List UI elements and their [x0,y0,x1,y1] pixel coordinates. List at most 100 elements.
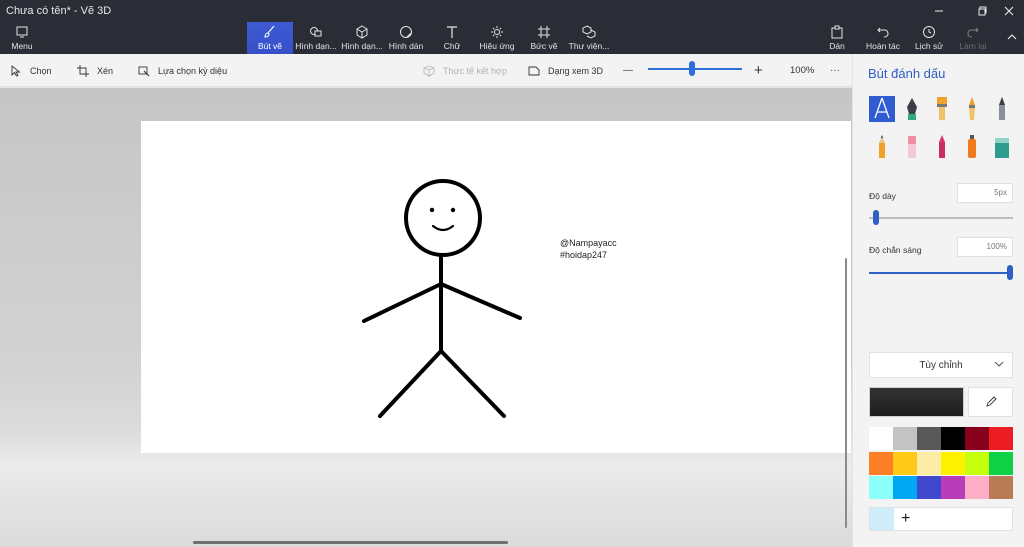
tool-3d-library[interactable]: Thư viện... [567,22,611,54]
crayon-icon [939,135,945,158]
calligraphy-pen-icon [907,98,917,120]
color-swatch[interactable] [941,451,965,475]
color-swatch[interactable] [893,451,917,475]
zoom-in-button[interactable]: + [754,54,763,87]
tool-brushes[interactable]: Bút vẽ [247,22,293,54]
opacity-input[interactable]: 100% [957,237,1013,257]
close-icon [1004,6,1014,16]
brush-calligraphy-pen[interactable] [899,96,925,122]
3d-shapes-icon [356,25,368,39]
drawing-canvas[interactable]: @Nampayacc #hoidap247 [141,121,851,453]
magic-select-icon [138,66,150,76]
zoom-slider-thumb[interactable] [689,61,696,76]
3d-view-icon [528,66,540,75]
thickness-slider-track[interactable] [869,217,1013,219]
color-swatch[interactable] [917,476,941,499]
opacity-slider-fill [869,272,1013,274]
brush-watercolor[interactable] [959,96,985,122]
cursor-icon [11,64,21,77]
color-swatch[interactable] [869,451,893,475]
minimize-button[interactable] [922,0,956,22]
custom-color-swatch[interactable] [870,508,894,530]
zoom-level[interactable]: 100% [790,54,814,87]
menu-label: Menu [11,41,33,51]
add-color-button[interactable]: + [901,509,910,529]
collapse-ribbon-button[interactable] [1002,22,1022,54]
window-title: Chưa có tên* - Vẽ 3D [6,5,112,17]
effects-icon [491,26,503,38]
brush-spraycan[interactable] [959,134,985,160]
oil-brush-icon [937,97,947,120]
2d-shapes-icon [310,27,322,37]
tool-label: Chữ [443,41,461,51]
color-swatch[interactable] [965,451,989,475]
more-options-button[interactable]: ··· [830,54,840,87]
color-swatch[interactable] [917,427,941,450]
color-swatch[interactable] [869,476,893,499]
brush-fill[interactable] [989,134,1015,160]
eyedropper-button[interactable] [968,387,1013,417]
brush-eraser[interactable] [899,134,925,160]
view-3d-label: Dạng xem 3D [548,65,604,76]
undo-label: Hoàn tác [865,41,901,51]
canvas-icon [538,26,550,38]
tool-effects[interactable]: Hiệu ứng [476,22,518,54]
history-label: Lịch sử [915,41,943,51]
tool-text[interactable]: Chữ [432,22,472,54]
thickness-label: Độ dày [869,191,896,201]
paste-button[interactable]: Dán [825,22,849,54]
color-swatch[interactable] [965,476,989,499]
color-swatch[interactable] [869,427,893,450]
brush-marker[interactable] [869,96,895,122]
color-swatch[interactable] [989,451,1013,475]
stick-figure-right-arm [439,282,522,320]
brush-crayon[interactable] [929,134,955,160]
magic-select-button[interactable]: Lựa chọn kỳ diệu [138,54,227,87]
tool-3d-shapes[interactable]: Hình dạn... [339,22,385,54]
thickness-input[interactable]: 5px [957,183,1013,203]
color-swatch[interactable] [941,427,965,450]
history-icon [923,26,935,38]
color-swatch[interactable] [965,427,989,450]
current-color-swatch[interactable] [869,387,964,417]
crop-label: Xén [97,65,114,76]
color-swatch[interactable] [941,476,965,499]
zoom-out-button[interactable]: — [623,54,633,87]
view-3d-button[interactable]: Dạng xem 3D [528,54,603,87]
tool-2d-shapes[interactable]: Hình dạn... [293,22,339,54]
color-swatch[interactable] [893,476,917,499]
chevron-down-icon [994,361,1004,367]
history-button[interactable]: Lịch sử [912,22,946,54]
chevron-up-icon [1007,34,1017,40]
undo-button[interactable]: Hoàn tác [864,22,902,54]
workspace: @Nampayacc #hoidap247 [0,88,852,547]
marker-icon [874,97,890,119]
sticker-icon [400,26,412,38]
thickness-slider-thumb[interactable] [873,210,880,225]
opacity-slider-thumb[interactable] [1007,265,1013,280]
select-button[interactable]: Chọn [10,54,52,87]
color-mode-dropdown[interactable]: Tùy chỉnh [869,352,1013,378]
mixed-reality-button[interactable]: Thực tế kết hợp [423,54,507,87]
eraser-icon [908,136,916,158]
tool-canvas[interactable]: Bức vẽ [525,22,563,54]
minimize-icon [935,10,943,12]
horizontal-scrollbar[interactable] [193,541,508,544]
vertical-scrollbar[interactable] [845,258,847,528]
brush-pixel-pen[interactable] [989,96,1015,122]
brush-panel: Bút đánh dấu Độ dày 5px Độ chắn sáng 100… [852,54,1024,547]
crop-button[interactable]: Xén [77,54,113,87]
brush-oil[interactable] [929,96,955,122]
redo-button[interactable]: Làm lại [956,22,990,54]
brush-pencil[interactable] [869,134,895,160]
color-swatch[interactable] [917,451,941,475]
redo-icon [967,27,979,38]
redo-label: Làm lại [959,41,987,51]
color-swatch[interactable] [893,427,917,450]
color-swatch[interactable] [989,427,1013,450]
paste-icon [831,25,843,39]
tool-stickers[interactable]: Hình dán [385,22,427,54]
menu-button[interactable]: Menu [5,22,39,54]
color-swatch[interactable] [989,476,1013,499]
close-button[interactable] [992,0,1024,22]
